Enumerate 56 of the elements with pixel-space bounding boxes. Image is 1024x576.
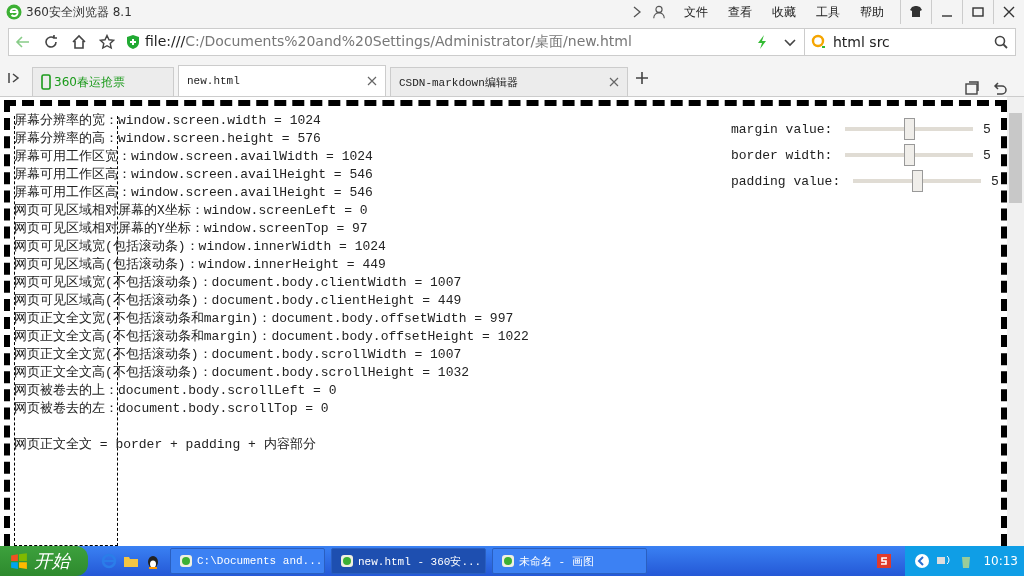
text-line: 屏幕分辨率的宽：window.screen.width = 1024: [14, 112, 322, 130]
app-icon: [178, 553, 194, 569]
text-line: 网页可见区域相对屏幕的Y坐标：window.screenTop = 97: [14, 220, 369, 238]
chevron-left-icon[interactable]: [914, 553, 931, 569]
text-line: 网页正文全文宽(不包括滚动条和margin)：document.body.offsetWidth = 997: [14, 310, 515, 328]
close-tab-icon[interactable]: [609, 77, 619, 87]
s-icon[interactable]: [876, 553, 893, 569]
slider-thumb[interactable]: [904, 144, 915, 166]
text-line: 网页可见区域高(不包括滚动条)：document.body.clientHeight = 449: [14, 292, 463, 310]
taskbar-button[interactable]: C:\Documents and...: [170, 548, 325, 574]
windows-logo-icon: [10, 552, 28, 570]
menu-item[interactable]: 文件: [684, 3, 708, 21]
app-icon: [339, 553, 355, 569]
slider-value: 5: [983, 147, 991, 163]
slider-thumb[interactable]: [904, 118, 915, 140]
browser-tab[interactable]: new.html: [178, 65, 386, 96]
text-line: 网页可见区域宽(不包括滚动条)：document.body.clientWidth = 1007: [14, 274, 463, 292]
browser-tab[interactable]: CSDN-markdown编辑器: [390, 67, 628, 96]
menu-item[interactable]: 工具: [816, 3, 840, 21]
url-text[interactable]: file:///C:/Documents%20and%20Settings/Administrator/桌面/new.html: [145, 33, 748, 51]
search-field[interactable]: html src: [804, 29, 1015, 55]
browser-logo-icon: [6, 4, 22, 20]
slider-label: margin value:: [731, 121, 834, 137]
slider-thumb[interactable]: [912, 170, 923, 192]
window-title: 360安全浏览器 8.1: [26, 3, 132, 21]
text-line: 网页正文全文高(不包括滚动条和margin)：document.body.offsetHeight = 1022: [14, 328, 530, 346]
formula-text: 网页正文全文 = border + padding + 内容部分: [14, 436, 317, 454]
text-line: 网页可见区域相对屏幕的X坐标：window.screenLeft = 0: [14, 202, 369, 220]
text-line: 屏幕分辨率的高：window.screen.height = 576: [14, 130, 322, 148]
start-button[interactable]: 开始: [0, 546, 88, 576]
text-line: 屏幕可用工作区高：window.screen.availHeight = 546: [14, 184, 374, 202]
menu-item[interactable]: 查看: [728, 3, 752, 21]
scrollbar[interactable]: [1007, 97, 1024, 546]
slider-value: 5: [991, 173, 999, 189]
slider-label: border width:: [731, 147, 834, 163]
taskbar-button[interactable]: 未命名 - 画图: [492, 548, 647, 574]
text-line: 网页可见区域宽(包括滚动条)：window.innerWidth = 1024: [14, 238, 387, 256]
text-line: 网页可见区域高(包括滚动条)：window.innerHeight = 449: [14, 256, 387, 274]
text-line: 网页被卷去的上：document.body.scrollLeft = 0: [14, 382, 338, 400]
address-bar[interactable]: file:///C:/Documents%20and%20Settings/Administrator/桌面/new.html html src: [8, 28, 1016, 56]
slider-value: 5: [983, 121, 991, 137]
app-icon: [500, 553, 516, 569]
clock: 10:13: [983, 554, 1018, 568]
taskbar-button[interactable]: new.html - 360安...: [331, 548, 486, 574]
text-line: 屏幕可用工作区高：window.screen.availHeight = 546: [14, 166, 374, 184]
slider-label: padding value:: [731, 173, 842, 189]
text-line: 网页被卷去的左：document.body.scrollTop = 0: [14, 400, 330, 418]
menu-item[interactable]: 帮助: [860, 3, 884, 21]
menu-item[interactable]: 收藏: [772, 3, 796, 21]
phone-icon: [41, 74, 51, 90]
text-line: 屏幕可用工作区宽：window.screen.availWidth = 1024: [14, 148, 374, 166]
user-icon[interactable]: [652, 4, 666, 20]
penguin-icon[interactable]: [145, 553, 161, 569]
close-tab-icon[interactable]: [367, 76, 377, 86]
text-line: 网页正文全文高(不包括滚动条)：document.body.scrollHeight = 1032: [14, 364, 471, 382]
text-line: 网页正文全文宽(不包括滚动条)：document.body.scrollWidth = 1007: [14, 346, 463, 364]
